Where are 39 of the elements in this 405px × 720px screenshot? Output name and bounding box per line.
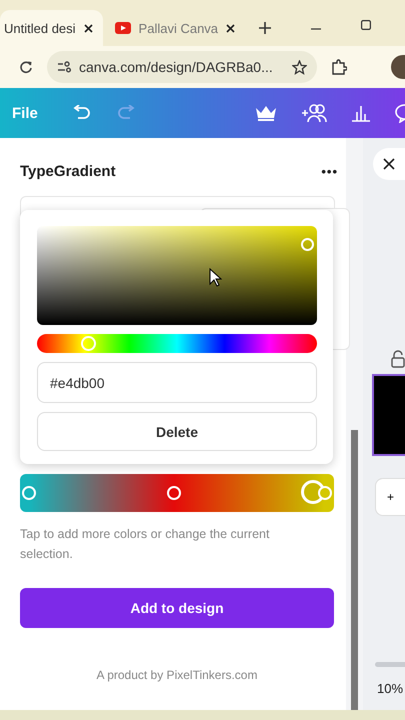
footer-text: A product by PixelTinkers.com	[96, 668, 258, 682]
address-field[interactable]: canva.com/design/DAGRBa0...	[47, 51, 317, 83]
close-icon[interactable]	[226, 24, 236, 32]
add-people-icon[interactable]	[301, 103, 327, 123]
minimize-icon[interactable]	[311, 28, 322, 30]
site-settings-icon[interactable]	[57, 61, 71, 73]
chart-icon[interactable]	[351, 104, 371, 122]
crown-icon[interactable]	[255, 104, 277, 122]
video-icon	[114, 22, 131, 34]
close-icon[interactable]	[383, 158, 395, 170]
gradient-bar[interactable]	[20, 474, 334, 512]
plus-icon[interactable]	[259, 22, 272, 34]
add-page-button[interactable]: +	[375, 478, 405, 516]
close-icon[interactable]	[84, 24, 93, 32]
hue-slider[interactable]	[37, 334, 317, 353]
saturation-thumb[interactable]	[301, 238, 314, 251]
reload-icon[interactable]	[19, 60, 33, 74]
page-thumbnail[interactable]	[372, 374, 405, 456]
hint-text: Tap to add more colors or change the current selection.	[20, 526, 270, 563]
browser-tab[interactable]: Pallavi Canva	[110, 10, 246, 46]
cursor-icon	[209, 268, 222, 287]
close-button[interactable]	[373, 148, 405, 180]
maximize-icon[interactable]	[361, 20, 372, 30]
add-to-design-button[interactable]: Add to design	[20, 588, 334, 628]
browser-tab[interactable]: Untitled desi	[0, 10, 103, 46]
delete-button[interactable]: Delete	[37, 412, 317, 451]
hex-input-field[interactable]: #e4db00	[37, 362, 317, 403]
avatar[interactable]	[391, 55, 405, 79]
star-icon[interactable]	[292, 60, 307, 74]
puzzle-icon[interactable]	[331, 59, 347, 75]
lock-icon[interactable]	[391, 350, 405, 368]
hue-thumb[interactable]	[81, 336, 96, 351]
zoom-level: 10%	[377, 681, 404, 696]
gradient-stop[interactable]	[22, 486, 36, 500]
more-button[interactable]: •••	[317, 164, 342, 178]
undo-icon[interactable]	[72, 105, 92, 121]
gradient-stop[interactable]	[166, 486, 181, 500]
saturation-area[interactable]	[37, 226, 317, 325]
panel-title: TypeGradient	[20, 162, 116, 180]
